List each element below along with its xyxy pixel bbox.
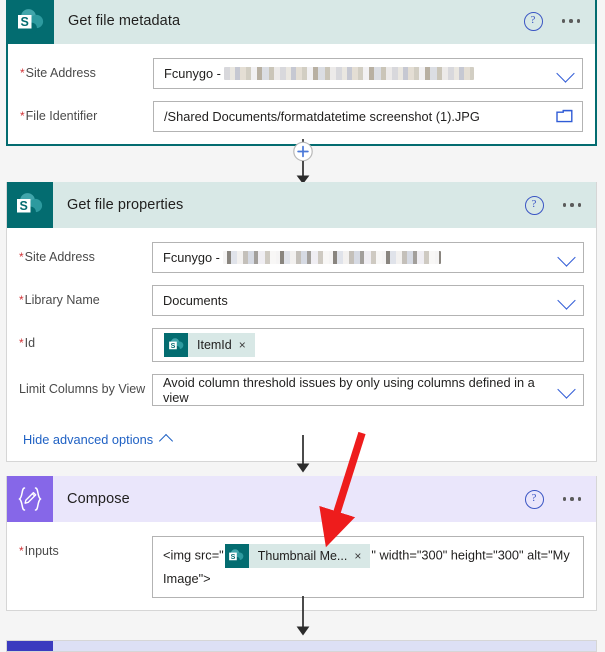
card-header-actions: ? — [523, 11, 582, 31]
card-title: Get file metadata — [68, 13, 181, 29]
id-input[interactable]: S ItemId × — [152, 328, 584, 362]
field-control: /Shared Documents/formatdatetime screens… — [153, 101, 583, 132]
required-asterisk: * — [19, 544, 24, 558]
card-body: *Inputs <img src=" S Thumbnail Me... × "… — [7, 522, 596, 610]
dynamic-token-thumbnail-medium[interactable]: S Thumbnail Me... × — [224, 544, 371, 568]
field-limit-columns-by-view: Limit Columns by View Avoid column thres… — [19, 374, 584, 406]
field-id: *Id S ItemId × — [19, 328, 584, 362]
site-address-input[interactable]: Fcunygo - — [153, 58, 583, 89]
svg-text:S: S — [20, 199, 28, 213]
svg-text:S: S — [170, 342, 175, 350]
help-icon[interactable]: ? — [524, 195, 544, 215]
more-commands-icon[interactable] — [561, 15, 582, 27]
chevron-up-icon — [159, 433, 174, 449]
field-site-address: *Site Address Fcunygo - — [19, 242, 584, 273]
required-asterisk: * — [19, 336, 24, 350]
card-body: *Site Address Fcunygo - *Library Name Do… — [7, 228, 596, 461]
hide-advanced-options-link[interactable]: Hide advanced options — [23, 432, 174, 449]
field-site-address: *Site Address Fcunygo - — [20, 58, 583, 89]
field-label: *Inputs — [19, 544, 59, 558]
limit-columns-by-view-input[interactable]: Avoid column threshold issues by only us… — [152, 374, 584, 406]
action-card-get-file-metadata[interactable]: S Get file metadata ? *Site Address Fcun… — [6, 0, 597, 146]
required-asterisk: * — [19, 250, 24, 264]
card-header[interactable]: Compose ? — [7, 476, 596, 522]
svg-text:S: S — [21, 15, 29, 29]
required-asterisk: * — [20, 66, 25, 80]
action-card-get-file-properties[interactable]: S Get file properties ? *Site Address Fc… — [6, 182, 597, 462]
more-commands-icon[interactable] — [562, 493, 583, 505]
token-label: ItemId — [197, 338, 232, 352]
field-control: Documents — [152, 285, 584, 316]
field-library-name: *Library Name Documents — [19, 285, 584, 316]
sharepoint-icon: S — [224, 544, 249, 568]
token-remove-icon[interactable]: × — [239, 339, 255, 351]
more-commands-icon[interactable] — [562, 199, 583, 211]
sharepoint-icon: S — [8, 0, 54, 44]
card-body: *Site Address Fcunygo - *File Identifier… — [8, 44, 595, 144]
card-header-actions: ? — [524, 489, 583, 509]
library-name-value: Documents — [163, 293, 228, 308]
placeholder-text: Avoid column threshold issues by only us… — [163, 375, 535, 405]
inputs-expression-field[interactable]: <img src=" S Thumbnail Me... × " width="30… — [152, 536, 584, 598]
chevron-down-icon[interactable] — [557, 380, 576, 399]
card-header[interactable] — [7, 641, 596, 651]
action-card-compose[interactable]: Compose ? *Inputs <img src=" S Thumbnail… — [6, 476, 597, 611]
field-label: *Library Name — [19, 293, 100, 307]
site-address-input[interactable]: Fcunygo - — [152, 242, 584, 273]
field-control: Fcunygo - — [152, 242, 584, 273]
field-label: Limit Columns by View — [19, 382, 146, 396]
redacted-value — [223, 67, 474, 80]
action-card-next-partial[interactable] — [6, 640, 597, 652]
field-control: Avoid column threshold issues by only us… — [152, 374, 584, 406]
library-name-input[interactable]: Documents — [152, 285, 584, 316]
card-header-actions: ? — [524, 195, 583, 215]
redacted-value — [222, 251, 441, 264]
site-address-value: Fcunygo - — [164, 66, 221, 81]
inputs-text-before: <img src=" — [163, 547, 224, 563]
site-address-value: Fcunygo - — [163, 250, 220, 265]
card-header[interactable]: S Get file metadata ? — [8, 0, 595, 44]
hide-advanced-options-label: Hide advanced options — [23, 432, 154, 447]
required-asterisk: * — [20, 109, 25, 123]
field-label: *Site Address — [20, 66, 96, 80]
file-identifier-input[interactable]: /Shared Documents/formatdatetime screens… — [153, 101, 583, 132]
sharepoint-icon: S — [164, 333, 188, 357]
svg-text:S: S — [231, 553, 236, 561]
field-label: *Id — [19, 336, 36, 350]
field-inputs: *Inputs <img src=" S Thumbnail Me... × "… — [19, 536, 584, 598]
compose-braces-pencil-icon — [7, 476, 53, 522]
card-title: Get file properties — [67, 197, 184, 213]
chevron-down-icon[interactable] — [557, 247, 576, 267]
sharepoint-icon: S — [7, 182, 53, 228]
field-control: <img src=" S Thumbnail Me... × " width="30… — [152, 536, 584, 598]
token-remove-icon[interactable]: × — [354, 550, 370, 562]
next-action-icon — [7, 641, 53, 651]
flow-designer-canvas: S Get file metadata ? *Site Address Fcun… — [0, 0, 605, 652]
help-icon[interactable]: ? — [524, 489, 544, 509]
dynamic-token-itemid[interactable]: S ItemId × — [164, 333, 255, 357]
card-header[interactable]: S Get file properties ? — [7, 182, 596, 228]
field-label: *Site Address — [19, 250, 95, 264]
card-title: Compose — [67, 491, 130, 507]
required-asterisk: * — [19, 293, 24, 307]
file-identifier-value: /Shared Documents/formatdatetime screens… — [164, 109, 480, 124]
chevron-down-icon[interactable] — [557, 290, 576, 310]
chevron-down-icon[interactable] — [556, 63, 575, 83]
help-icon[interactable]: ? — [523, 11, 543, 31]
token-label: Thumbnail Me... — [257, 549, 348, 563]
field-control: S ItemId × — [152, 328, 584, 362]
field-control: Fcunygo - — [153, 58, 583, 89]
folder-picker-icon[interactable] — [556, 109, 573, 123]
field-label: *File Identifier — [20, 109, 98, 123]
field-file-identifier: *File Identifier /Shared Documents/forma… — [20, 101, 583, 132]
